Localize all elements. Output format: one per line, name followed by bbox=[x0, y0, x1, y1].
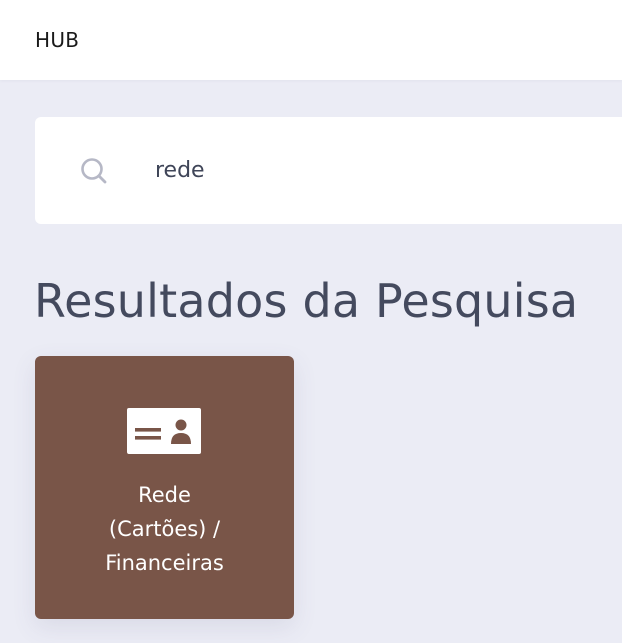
result-card-label: Rede (Cartões) / Financeiras bbox=[105, 483, 224, 575]
brand-logo[interactable]: HUB bbox=[35, 27, 79, 53]
top-bar: HUB bbox=[0, 0, 622, 80]
result-card-rede-cartoes-financeiras[interactable]: Rede (Cartões) / Financeiras bbox=[35, 356, 294, 619]
search-input[interactable] bbox=[155, 152, 595, 188]
id-card-icon bbox=[127, 408, 201, 454]
results-title: Resultados da Pesquisa bbox=[34, 274, 579, 328]
search-icon[interactable] bbox=[78, 155, 110, 187]
